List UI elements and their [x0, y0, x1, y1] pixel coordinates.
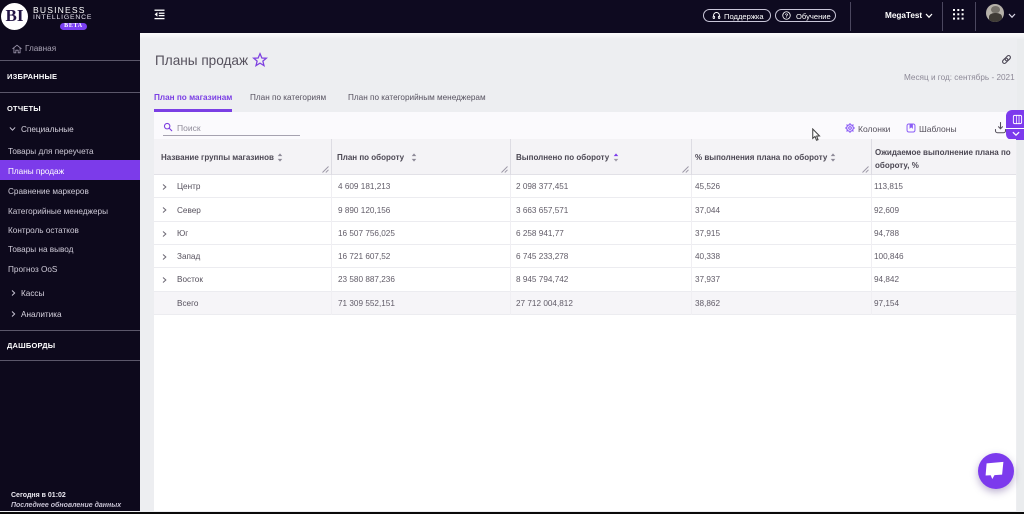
svg-text:?: ? — [785, 13, 789, 19]
